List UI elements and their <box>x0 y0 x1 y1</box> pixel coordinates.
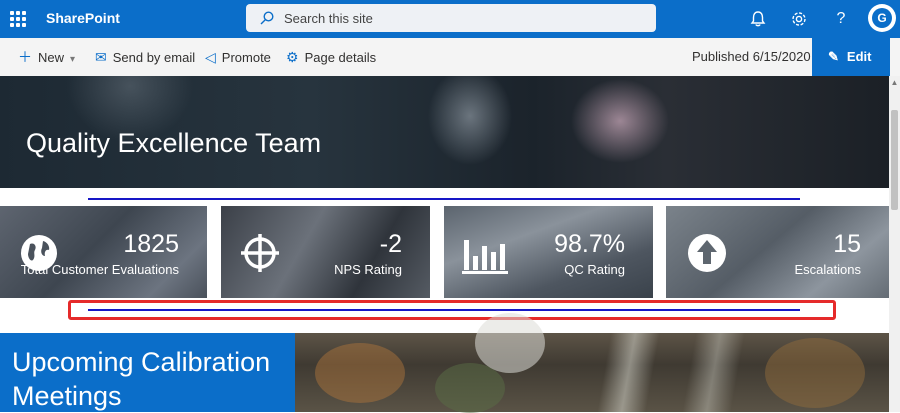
kpi-tile-nps[interactable]: -2 NPS Rating <box>221 206 430 298</box>
new-label: New <box>38 50 65 65</box>
kpi-label: QC Rating <box>564 262 625 277</box>
command-bar: ＋ New ▾ ✉ Send by email ◁ Promote ⚙ Page deta… <box>0 38 900 77</box>
app-launcher-icon[interactable] <box>10 11 26 27</box>
kpi-value: 15 <box>833 230 861 258</box>
section-title: Upcoming Calibration Meetings <box>12 347 271 411</box>
kpi-label: Escalations <box>794 262 861 277</box>
page-details-button[interactable]: ⚙ Page details <box>286 38 376 76</box>
send-label: Send by email <box>112 50 196 65</box>
suite-bar: SharePoint Search this site ? G <box>0 0 900 38</box>
bar-chart-icon <box>462 240 508 274</box>
send-by-email-button[interactable]: ✉ Send by email <box>95 38 195 76</box>
scroll-thumb[interactable] <box>891 110 898 210</box>
mail-icon: ✉ <box>95 49 107 65</box>
edit-label: Edit <box>846 49 872 64</box>
scroll-up-icon[interactable]: ▲ <box>889 76 900 90</box>
help-icon[interactable]: ? <box>831 9 851 29</box>
search-icon <box>260 11 274 25</box>
chevron-down-icon: ▾ <box>70 54 76 65</box>
settings-icon: ⚙ <box>286 49 299 65</box>
kpi-tile-escalations[interactable]: 15 Escalations <box>666 206 889 298</box>
kpi-value: -2 <box>379 230 402 258</box>
plus-icon: ＋ <box>18 49 32 65</box>
details-label: Page details <box>304 50 377 65</box>
pencil-icon: ✎ <box>828 49 839 64</box>
edit-button[interactable]: ✎ Edit <box>812 38 890 76</box>
kpi-tile-qc[interactable]: 98.7% QC Rating <box>444 206 653 298</box>
kpi-value: 98.7% <box>554 230 625 258</box>
section-image <box>295 313 889 413</box>
up-arrow-circle-icon <box>688 234 726 272</box>
page-scrollbar[interactable]: ▲ <box>889 76 900 412</box>
bell-icon[interactable] <box>748 9 768 29</box>
megaphone-icon: ◁ <box>205 49 216 65</box>
search-placeholder: Search this site <box>284 11 373 26</box>
kpi-tile-evaluations[interactable]: 1825 Total Customer Evaluations <box>0 206 207 298</box>
promote-button[interactable]: ◁ Promote <box>205 38 271 76</box>
search-box[interactable]: Search this site <box>246 4 656 32</box>
gear-icon[interactable] <box>789 9 809 29</box>
kpi-label: Total Customer Evaluations <box>20 262 179 277</box>
hero-title: Quality Excellence Team <box>26 128 322 158</box>
highlight-box <box>68 300 836 320</box>
kpi-label: NPS Rating <box>334 262 402 277</box>
avatar[interactable]: G <box>868 4 896 32</box>
hero-banner: Quality Excellence Team <box>0 76 889 188</box>
upcoming-section-header: Upcoming Calibration Meetings <box>0 333 295 412</box>
published-date: Published 6/15/2020 <box>692 49 811 64</box>
app-brand[interactable]: SharePoint <box>46 10 120 26</box>
divider-line <box>88 198 800 200</box>
avatar-initial: G <box>872 8 892 28</box>
new-button[interactable]: ＋ New ▾ <box>18 38 75 76</box>
crosshair-icon <box>241 234 279 272</box>
promote-label: Promote <box>221 50 271 65</box>
kpi-value: 1825 <box>123 230 179 258</box>
